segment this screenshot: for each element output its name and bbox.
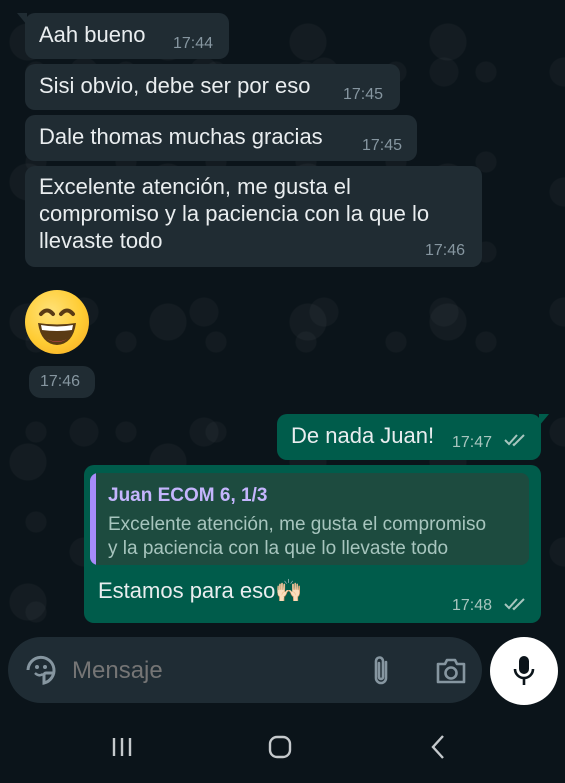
message-bubble-outgoing[interactable]: De nada Juan! 17:47 (277, 414, 549, 460)
grinning-face-emoji-icon[interactable] (25, 290, 89, 354)
quote-text: Excelente atención, me gusta el compromi… (108, 513, 523, 561)
double-check-icon (504, 598, 525, 611)
message-input-bar (8, 637, 482, 703)
message-line: Excelente atención, me gusta el (39, 174, 351, 199)
message-time: 17:45 (362, 137, 403, 154)
quote-author: Juan ECOM 6, 1/3 (108, 485, 268, 506)
camera-icon[interactable] (435, 657, 467, 685)
quote-accent-bar (90, 473, 96, 565)
quoted-message[interactable]: Juan ECOM 6, 1/3 Excelente atención, me … (90, 473, 529, 565)
recent-apps-icon[interactable] (110, 735, 134, 759)
message-text: Estamos para eso🙌🏻 (98, 578, 303, 603)
double-check-icon (504, 434, 525, 447)
message-bubble-incoming[interactable]: Excelente atención, me gusta el compromi… (25, 166, 482, 267)
bubble-tail (539, 414, 549, 426)
message-bubble-incoming[interactable]: Sisi obvio, debe ser por eso 17:45 (25, 64, 400, 110)
home-icon[interactable] (267, 734, 293, 760)
message-bubble-incoming[interactable]: Dale thomas muchas gracias 17:45 (25, 115, 417, 161)
bubble-tail (17, 13, 27, 25)
message-line: llevaste todo (39, 228, 163, 253)
quote-line: y la paciencia con la que lo llevaste to… (108, 538, 449, 559)
message-text: Aah bueno (39, 22, 146, 47)
message-text: De nada Juan! (291, 423, 435, 448)
message-time: 17:46 (425, 242, 466, 259)
message-text: Excelente atención, me gusta el compromi… (39, 173, 469, 254)
back-icon[interactable] (428, 734, 448, 760)
message-bubble-outgoing-reply[interactable]: Juan ECOM 6, 1/3 Excelente atención, me … (84, 465, 541, 623)
mic-button[interactable] (490, 637, 558, 705)
message-text: Sisi obvio, debe ser por eso (39, 73, 311, 98)
message-time: 17:45 (343, 86, 384, 103)
message-time: 17:47 (452, 434, 493, 451)
message-line: compromiso y la paciencia con la que lo (39, 201, 430, 226)
emoji-face-features (38, 308, 76, 345)
emoji-time-pill: 17:46 (29, 366, 95, 398)
message-text: Dale thomas muchas gracias (39, 124, 323, 149)
message-time: 17:48 (452, 597, 493, 614)
message-time: 17:44 (173, 35, 214, 52)
mic-icon (513, 656, 535, 685)
attach-icon[interactable] (370, 654, 392, 688)
message-input[interactable] (70, 650, 344, 692)
chat-area[interactable]: Aah bueno 17:44 Sisi obvio, debe ser por… (0, 0, 565, 636)
system-nav-bar (0, 712, 565, 783)
message-time: 17:46 (40, 373, 81, 390)
message-bubble-incoming[interactable]: Aah bueno 17:44 (17, 13, 229, 59)
sticker-icon[interactable] (24, 653, 58, 687)
quote-line: Excelente atención, me gusta el compromi… (108, 514, 487, 535)
